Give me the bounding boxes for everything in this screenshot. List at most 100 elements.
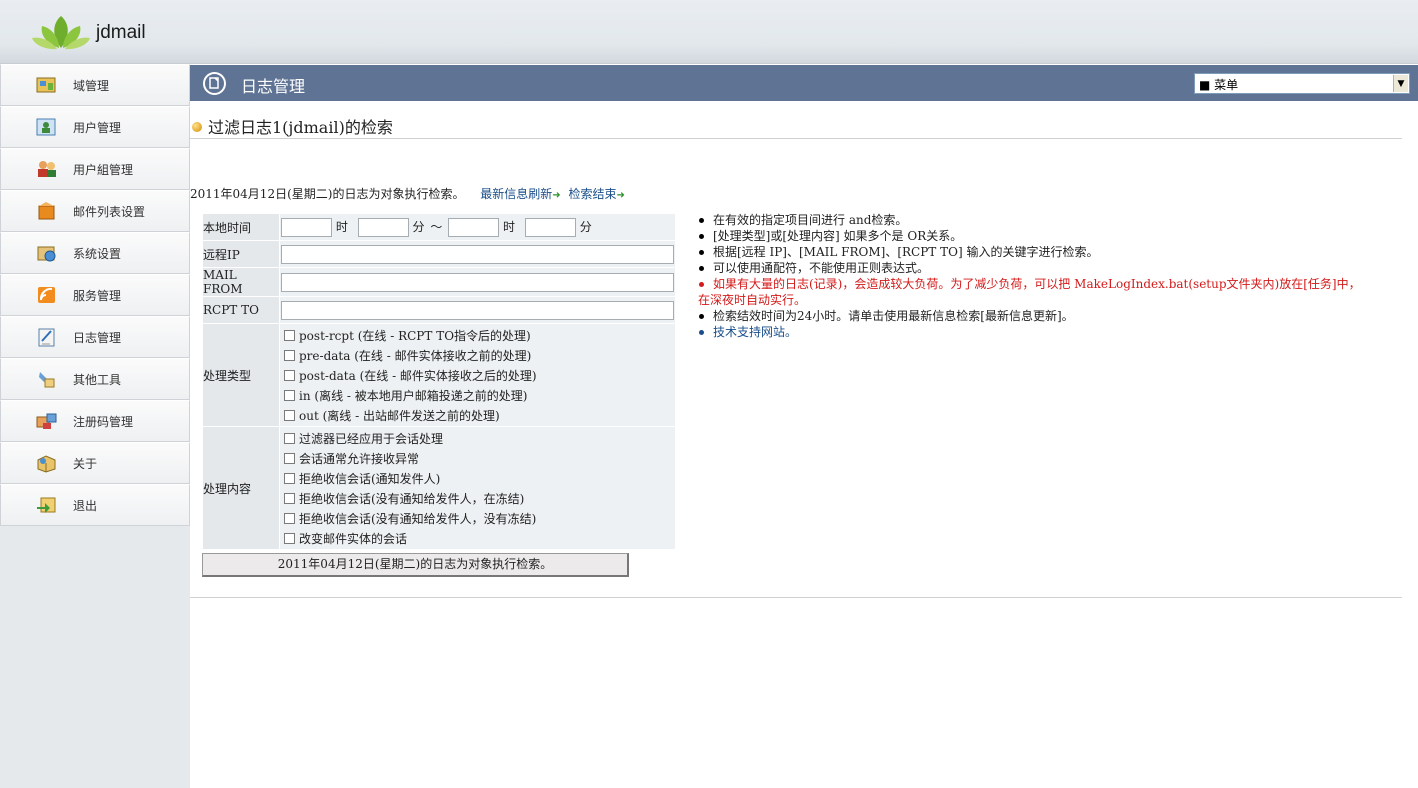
checkbox[interactable] xyxy=(284,432,295,444)
checkbox[interactable] xyxy=(284,329,295,341)
sidebar-item-label: 域管理 xyxy=(73,78,110,93)
leaf-logo-icon xyxy=(32,16,90,50)
intro-line: 2011年04月12日(星期二)的日志为对象执行检索。 最新信息刷新➜ 检索结束… xyxy=(190,185,625,202)
rcpt-to-cell xyxy=(279,296,676,324)
sidebar-item-label: 系统设置 xyxy=(73,246,122,261)
support-site-link[interactable]: 技术支持网站。 xyxy=(713,325,797,339)
sidebar-item-label: 退出 xyxy=(73,498,98,513)
option-label: 拒绝收信会话(没有通知给发件人，在冻结) xyxy=(299,491,525,506)
end-search-link-label: 检索结束 xyxy=(568,187,617,201)
sidebar-item-other-tools[interactable]: 其他工具 xyxy=(0,358,190,400)
section-title: 过滤日志1(jdmail)的检索 xyxy=(192,114,393,138)
chevron-down-icon[interactable]: ▼ xyxy=(1393,75,1408,92)
start-hour-input[interactable] xyxy=(281,217,332,237)
sidebar-item-label: 服务管理 xyxy=(73,288,122,303)
end-minute-input[interactable] xyxy=(524,217,576,237)
note-item: 在有效的指定项目间进行 and检索。 xyxy=(698,212,1398,228)
process-type-option[interactable]: post-rcpt (在线 - RCPT TO指令后的处理) xyxy=(280,325,675,345)
checkbox[interactable] xyxy=(284,409,295,421)
note-text: 在有效的指定项目间进行 and检索。 xyxy=(713,213,908,227)
section-title-text: 过滤日志1(jdmail)的检索 xyxy=(208,118,393,137)
logout-icon xyxy=(34,493,60,517)
remote-ip-input[interactable] xyxy=(281,244,674,264)
remote-ip-label: 远程IP xyxy=(202,240,280,268)
process-content-option[interactable]: 拒绝收信会话(没有通知给发件人，没有冻结) xyxy=(280,508,675,528)
arrow-right-icon: ➜ xyxy=(616,190,625,201)
process-content-option[interactable]: 过滤器已经应用于会话处理 xyxy=(280,428,675,448)
option-label: 拒绝收信会话(通知发件人) xyxy=(299,471,441,486)
page-title: 日志管理 xyxy=(241,77,306,96)
bullet-icon xyxy=(699,314,704,319)
menu-select[interactable]: ■ 菜单 ▼ xyxy=(1194,73,1410,94)
bullet-icon xyxy=(192,122,202,132)
note-item-warning-cont: 在深夜时自动实行。 xyxy=(698,292,1398,308)
sidebar-item-log[interactable]: 日志管理 xyxy=(0,316,190,358)
note-item: 根据[远程 IP]、[MAIL FROM]、[RCPT TO] 输入的关键字进行… xyxy=(698,244,1398,260)
bullet-icon xyxy=(699,218,704,223)
process-content-option[interactable]: 拒绝收信会话(通知发件人) xyxy=(280,468,675,488)
option-label: post-rcpt (在线 - RCPT TO指令后的处理) xyxy=(299,328,531,343)
sidebar-item-label: 用户組管理 xyxy=(73,162,134,177)
sidebar-item-license[interactable]: 注册码管理 xyxy=(0,400,190,442)
sidebar-item-label: 注册码管理 xyxy=(73,414,134,429)
process-content-option[interactable]: 拒绝收信会话(没有通知给发件人，在冻结) xyxy=(280,488,675,508)
checkbox[interactable] xyxy=(284,389,295,401)
refresh-link-label: 最新信息刷新 xyxy=(480,187,553,201)
sidebar-item-services[interactable]: 服务管理 xyxy=(0,274,190,316)
process-type-option[interactable]: pre-data (在线 - 邮件实体接收之前的处理) xyxy=(280,345,675,365)
arrow-right-icon: ➜ xyxy=(552,190,561,201)
logo-text: jdmail xyxy=(96,22,146,43)
process-type-option[interactable]: in (离线 - 被本地用户邮箱投递之前的处理) xyxy=(280,385,675,405)
sidebar-item-domain[interactable]: 域管理 xyxy=(0,64,190,106)
note-text: 根据[远程 IP]、[MAIL FROM]、[RCPT TO] 输入的关键字进行… xyxy=(713,245,1099,259)
checkbox[interactable] xyxy=(284,349,295,361)
process-content-option[interactable]: 会话通常允许接收异常 xyxy=(280,448,675,468)
log-icon xyxy=(34,325,60,349)
sidebar-item-system-settings[interactable]: 系统设置 xyxy=(0,232,190,274)
service-icon xyxy=(34,283,60,307)
process-type-option[interactable]: post-data (在线 - 邮件实体接收之后的处理) xyxy=(280,365,675,385)
range-tilde: ～ xyxy=(430,219,443,234)
end-hour-input[interactable] xyxy=(448,217,500,237)
search-submit-button[interactable]: 2011年04月12日(星期二)的日志为对象执行检索。 xyxy=(202,553,629,577)
end-search-link[interactable]: 检索结束➜ xyxy=(569,187,625,201)
sidebar-item-label: 日志管理 xyxy=(73,330,122,345)
bullet-icon xyxy=(699,250,704,255)
search-form: 本地时间 时 分 ～ 时 分 远程IP MAIL FROM RCPT TO 处理… xyxy=(202,213,676,550)
bullet-icon xyxy=(699,234,704,239)
sidebar-item-mail-list[interactable]: 邮件列表设置 xyxy=(0,190,190,232)
local-time-label: 本地时间 xyxy=(202,213,280,241)
sidebar-item-label: 关于 xyxy=(73,456,98,471)
checkbox[interactable] xyxy=(284,369,295,381)
option-label: 拒绝收信会话(没有通知给发件人，没有冻结) xyxy=(299,511,537,526)
sidebar-item-users[interactable]: 用户管理 xyxy=(0,106,190,148)
note-item: 检索结效时间为24小时。请单击使用最新信息检索[最新信息更新]。 xyxy=(698,308,1398,324)
note-item: [处理类型]或[处理内容] 如果多个是 OR关系。 xyxy=(698,228,1398,244)
tools-icon xyxy=(34,367,60,391)
rcpt-to-input[interactable] xyxy=(281,300,674,320)
option-label: pre-data (在线 - 邮件实体接收之前的处理) xyxy=(299,348,532,363)
checkbox[interactable] xyxy=(284,452,295,464)
rcpt-to-label: RCPT TO xyxy=(202,296,280,324)
bullet-icon xyxy=(699,266,704,271)
process-type-options: post-rcpt (在线 - RCPT TO指令后的处理) pre-data … xyxy=(279,323,676,427)
checkbox[interactable] xyxy=(284,532,295,544)
mail-from-input[interactable] xyxy=(281,272,674,292)
sidebar-item-logout[interactable]: 退出 xyxy=(0,484,190,526)
sidebar-item-user-groups[interactable]: 用户組管理 xyxy=(0,148,190,190)
checkbox[interactable] xyxy=(284,512,295,524)
process-content-option[interactable]: 改变邮件实体的会话 xyxy=(280,528,675,548)
start-minute-input[interactable] xyxy=(357,217,409,237)
refresh-link[interactable]: 最新信息刷新➜ xyxy=(480,187,560,201)
minute-unit: 分 xyxy=(412,219,425,234)
sidebar-item-label: 用户管理 xyxy=(73,120,122,135)
page-icon xyxy=(203,72,226,95)
mail-from-label: MAIL FROM xyxy=(202,267,280,297)
option-label: 会话通常允许接收异常 xyxy=(299,451,420,466)
process-type-option[interactable]: out (离线 - 出站邮件发送之前的处理) xyxy=(280,405,675,425)
checkbox[interactable] xyxy=(284,472,295,484)
sidebar-item-about[interactable]: 关于 xyxy=(0,442,190,484)
app-header: jdmail xyxy=(0,0,1418,64)
checkbox[interactable] xyxy=(284,492,295,504)
note-text: [处理类型]或[处理内容] 如果多个是 OR关系。 xyxy=(713,229,963,243)
